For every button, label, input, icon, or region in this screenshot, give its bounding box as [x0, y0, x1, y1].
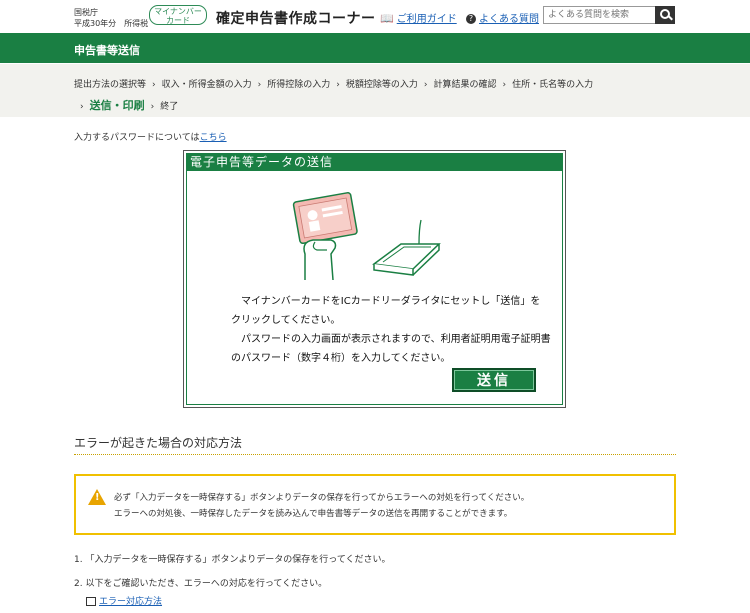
breadcrumb: 提出方法の選択等 › 収入・所得金額の入力 › 所得控除の入力 › 税額控除等の入力 › 計算結…	[0, 64, 750, 117]
document-icon	[86, 597, 96, 606]
chevron-right-icon: ›	[257, 80, 262, 90]
section-title: 申告書等送信	[74, 44, 140, 57]
question-icon: ?	[466, 14, 476, 24]
org-label: 国税庁 平成30年分 所得税	[74, 7, 148, 29]
error-guide-link-wrap: エラー対応方法	[86, 594, 162, 607]
breadcrumb-row1: 提出方法の選択等 › 収入・所得金額の入力 › 所得控除の入力 › 税額控除等の入力 › 計算結…	[74, 77, 593, 90]
org-name: 国税庁	[74, 8, 98, 17]
chevron-right-icon: ›	[502, 80, 507, 90]
breadcrumb-step: 税額控除等の入力	[345, 80, 418, 90]
password-info-link[interactable]: こちら	[200, 133, 227, 143]
warning-line: エラーへの対処後、一時保存したデータを読み込んで申告書等データの送信を再開するこ…	[114, 509, 513, 519]
mynumber-card-badge: マイナンバー カード	[149, 5, 207, 25]
warning-box: ! 必ず「入力データを一時保存する」ボタンよりデータの保存を行ってからエラーへの…	[74, 474, 676, 535]
tax-year: 平成30年分 所得税	[74, 19, 149, 28]
search-button[interactable]	[655, 6, 675, 24]
error-section-heading: エラーが起きた場合の対応方法	[74, 436, 243, 450]
panel-message: マイナンバーカードをICカードリーダライタにセットし「送信」を クリックしてくだ…	[231, 292, 561, 368]
breadcrumb-step: 所得控除の入力	[267, 80, 331, 90]
chevron-right-icon: ›	[152, 80, 156, 90]
step-item: 1. 「入力データを一時保存する」ボタンよりデータの保存を行ってください。	[74, 555, 391, 565]
breadcrumb-row2: › 送信・印刷 › 終了	[80, 97, 178, 113]
panel-title: 電子申告等データの送信	[187, 154, 562, 171]
breadcrumb-step: 収入・所得金額の入力	[161, 80, 252, 90]
chevron-right-icon: ›	[150, 102, 155, 112]
password-note-text: 入力するパスワードについては	[74, 133, 200, 143]
app-title: 確定申告書作成コーナー	[216, 11, 376, 27]
badge-line2: カード	[166, 16, 190, 25]
warning-line: 必ず「入力データを一時保存する」ボタンよりデータの保存を行ってからエラーへの対処…	[114, 493, 530, 503]
faq-link-wrap: ? よくある質問	[466, 10, 539, 25]
book-icon: 📖	[380, 12, 394, 25]
error-guide-link[interactable]: エラー対応方法	[99, 597, 162, 607]
guide-link-wrap: 📖 ご利用ガイド	[380, 10, 457, 25]
divider	[74, 454, 676, 455]
breadcrumb-step: 住所・氏名等の入力	[512, 80, 594, 90]
password-note: 入力するパスワードについてはこちら	[74, 130, 227, 143]
step-item: 2. 以下をご確認いただき、エラーへの対応を行ってください。	[74, 579, 328, 589]
warning-icon: !	[88, 489, 106, 505]
breadcrumb-step: 計算結果の確認	[433, 80, 497, 90]
faq-link[interactable]: よくある質問	[479, 14, 539, 25]
guide-link[interactable]: ご利用ガイド	[397, 14, 457, 25]
badge-line1: マイナンバー	[154, 7, 202, 16]
chevron-right-icon: ›	[423, 80, 428, 90]
message-line: マイナンバーカードをICカードリーダライタにセットし「送信」を	[231, 296, 541, 307]
breadcrumb-step: 終了	[160, 102, 179, 112]
search-input[interactable]	[544, 7, 662, 23]
send-panel: 電子申告等データの送信 マイナンバーカードをICカードリーダライタにセットし「送	[183, 150, 566, 408]
chevron-right-icon: ›	[80, 102, 84, 112]
warning-text: 必ず「入力データを一時保存する」ボタンよりデータの保存を行ってからエラーへの対処…	[114, 490, 529, 522]
section-bar: 申告書等送信	[0, 33, 750, 63]
breadcrumb-step: 提出方法の選択等	[74, 80, 147, 90]
chevron-right-icon: ›	[336, 80, 340, 90]
message-line: のパスワード（数字４桁）を入力してください。	[231, 353, 451, 364]
search-box	[543, 6, 675, 24]
breadcrumb-current: 送信・印刷	[89, 99, 145, 112]
send-button[interactable]: 送信	[452, 368, 536, 392]
site-header: 国税庁 平成30年分 所得税 マイナンバー カード 確定申告書作成コーナー 📖 ご…	[0, 0, 750, 33]
card-reader-illustration	[292, 192, 441, 281]
message-line: クリックしてください。	[231, 315, 341, 326]
message-line: パスワードの入力画面が表示されますので、利用者証明用電子証明書	[231, 334, 551, 345]
